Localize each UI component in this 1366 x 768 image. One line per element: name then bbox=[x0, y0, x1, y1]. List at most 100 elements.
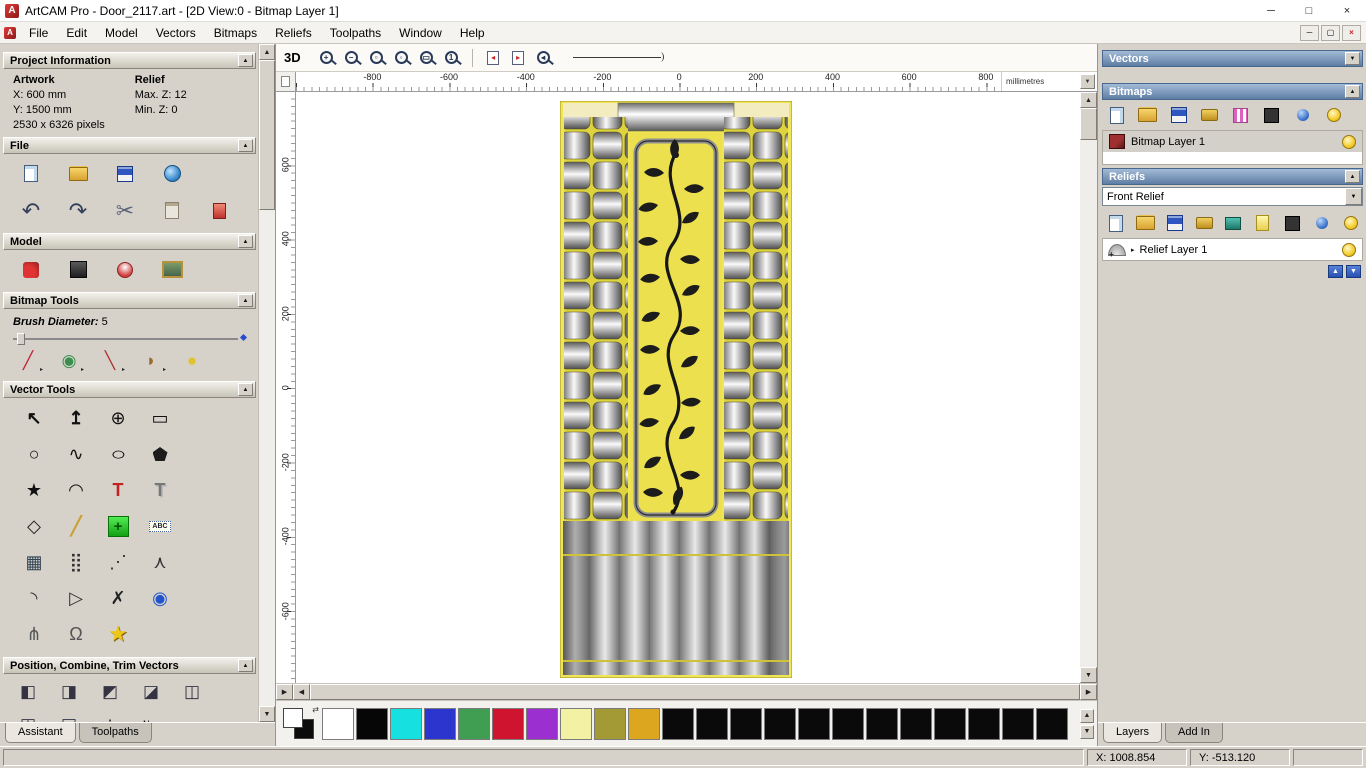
move-layer-down-icon[interactable]: ▼ bbox=[1346, 265, 1361, 278]
swatch-black[interactable] bbox=[356, 707, 388, 740]
notes-icon[interactable] bbox=[199, 194, 239, 227]
draw-tool[interactable]: ╱ bbox=[11, 346, 45, 375]
layer-stack-icon[interactable] bbox=[1224, 213, 1243, 233]
sheet-icon[interactable] bbox=[1253, 213, 1272, 233]
palette-swatch[interactable] bbox=[798, 707, 830, 740]
paint-tool[interactable]: ◉ bbox=[52, 346, 86, 375]
bitmap-text-icon[interactable] bbox=[1261, 105, 1282, 125]
zoom-previous-tool[interactable]: ◂ bbox=[531, 46, 556, 70]
collapse-icon[interactable]: ▲ bbox=[238, 139, 253, 152]
layer-visibility-icon[interactable] bbox=[1340, 241, 1358, 259]
swatch-cyan[interactable] bbox=[390, 707, 422, 740]
swatch-blue[interactable] bbox=[424, 707, 456, 740]
collapse-icon[interactable]: ▲ bbox=[238, 294, 253, 307]
palette-scroll-down-icon[interactable]: ▼ bbox=[1080, 724, 1094, 739]
create-polyline-tool[interactable]: ∿ bbox=[55, 436, 97, 472]
pane-toggle-icon[interactable]: ▶ bbox=[276, 684, 293, 700]
zoom-window-tool[interactable]: ▫ bbox=[364, 46, 389, 70]
align-bottom-tool[interactable]: ◪ bbox=[134, 677, 168, 706]
palette-swatch[interactable] bbox=[832, 707, 864, 740]
create-rectangle-tool[interactable]: ▭ bbox=[139, 400, 181, 436]
stack-icon[interactable] bbox=[1194, 213, 1213, 233]
dropdown-arrow-icon[interactable]: ▼ bbox=[1345, 188, 1362, 205]
align-left-tool[interactable]: ◧ bbox=[11, 677, 45, 706]
wrap-text-tool[interactable]: T bbox=[139, 472, 181, 508]
layer-visibility-icon[interactable] bbox=[1340, 133, 1358, 151]
collapse-icon[interactable]: ▲ bbox=[1345, 170, 1360, 183]
fillet-tool[interactable]: ◝ bbox=[13, 580, 55, 616]
menu-help[interactable]: Help bbox=[451, 23, 494, 43]
menu-reliefs[interactable]: Reliefs bbox=[266, 23, 321, 43]
menu-file[interactable]: File bbox=[20, 23, 57, 43]
snap-corner-tool[interactable]: ◰ bbox=[11, 710, 45, 722]
create-text-tool[interactable]: T bbox=[97, 472, 139, 508]
scroll-thumb[interactable] bbox=[310, 684, 1080, 700]
palette-swatch[interactable] bbox=[730, 707, 762, 740]
mdi-close-button[interactable]: × bbox=[1342, 24, 1361, 41]
menu-vectors[interactable]: Vectors bbox=[147, 23, 205, 43]
open-model-icon[interactable] bbox=[58, 157, 98, 190]
tab-layers[interactable]: Layers bbox=[1103, 723, 1163, 743]
swatch-green[interactable] bbox=[458, 707, 490, 740]
next-bitmap-button[interactable]: ▸ bbox=[506, 46, 531, 70]
toggle-visibility-icon[interactable] bbox=[1323, 105, 1344, 125]
block-copy-tool[interactable]: ⣿ bbox=[55, 544, 97, 580]
swatch-white[interactable] bbox=[322, 707, 354, 740]
palette-scroll-up-icon[interactable]: ▲ bbox=[1080, 708, 1094, 723]
toggle-visibility2-icon[interactable] bbox=[1342, 213, 1361, 233]
new-bitmap-icon[interactable] bbox=[1106, 105, 1127, 125]
arrow-tool[interactable]: ▷ bbox=[55, 580, 97, 616]
collapse-icon[interactable]: ▲ bbox=[238, 383, 253, 396]
matrix-icon[interactable] bbox=[1283, 213, 1302, 233]
scroll-up-icon[interactable]: ▲ bbox=[259, 44, 275, 60]
create-polygon-tool[interactable] bbox=[139, 436, 181, 472]
paste-vector-tool[interactable] bbox=[97, 508, 139, 544]
texture-image-icon[interactable] bbox=[152, 253, 192, 286]
collapse-icon[interactable]: ▲ bbox=[238, 235, 253, 248]
palette-swatch[interactable] bbox=[934, 707, 966, 740]
expand-layer-icon[interactable]: ▸ bbox=[1131, 246, 1135, 254]
save-relief-icon[interactable] bbox=[1165, 213, 1184, 233]
align-centre-tool[interactable]: ◫ bbox=[175, 677, 209, 706]
scroll-down-icon[interactable]: ▼ bbox=[259, 706, 275, 722]
tab-toolpaths[interactable]: Toolpaths bbox=[78, 723, 152, 743]
palette-swatch[interactable] bbox=[1002, 707, 1034, 740]
sphere2-icon[interactable] bbox=[1312, 213, 1331, 233]
snap-corner2-tool[interactable]: ◱ bbox=[52, 710, 86, 722]
relief-layer-name[interactable]: Relief Layer 1 bbox=[1140, 244, 1208, 256]
swatch-purple[interactable] bbox=[526, 707, 558, 740]
zoom-100-tool[interactable]: 1 bbox=[439, 46, 464, 70]
save-model-icon[interactable] bbox=[105, 157, 145, 190]
assistant-scrollbar[interactable]: ▲ ▼ bbox=[258, 44, 275, 722]
palette-swatch[interactable] bbox=[764, 707, 796, 740]
open-relief-icon[interactable] bbox=[1135, 213, 1154, 233]
redo-icon[interactable]: ↷ bbox=[58, 194, 98, 227]
swatch-olive[interactable] bbox=[594, 707, 626, 740]
close-button[interactable]: × bbox=[1328, 0, 1366, 21]
lighting-icon[interactable] bbox=[105, 253, 145, 286]
model-canvas[interactable] bbox=[296, 92, 1080, 683]
menu-window[interactable]: Window bbox=[390, 23, 451, 43]
select-vectors-tool[interactable]: ↖ bbox=[13, 400, 55, 436]
swatch-gold[interactable] bbox=[628, 707, 660, 740]
previous-bitmap-button[interactable]: ◂ bbox=[481, 46, 506, 70]
array-dots-tool[interactable]: ∴ bbox=[93, 710, 127, 722]
cookie-cutter-tool[interactable]: ◗ bbox=[134, 346, 168, 375]
mdi-minimize-button[interactable]: ─ bbox=[1300, 24, 1319, 41]
zoom-in-tool[interactable]: + bbox=[314, 46, 339, 70]
menu-toolpaths[interactable]: Toolpaths bbox=[321, 23, 390, 43]
join-vectors-tool[interactable]: ⋔ bbox=[13, 616, 55, 652]
zoom-out-tool[interactable]: − bbox=[339, 46, 364, 70]
bitmap-layer-row[interactable]: Bitmap Layer 1 bbox=[1103, 131, 1362, 152]
new-relief-icon[interactable] bbox=[1106, 213, 1125, 233]
trim-vectors-tool[interactable]: ✗ bbox=[97, 580, 139, 616]
tab-assistant[interactable]: Assistant bbox=[5, 723, 76, 743]
palette-swatch[interactable] bbox=[866, 707, 898, 740]
create-ellipse-tool[interactable]: ○ bbox=[97, 436, 139, 472]
create-star-tool[interactable]: ★ bbox=[13, 472, 55, 508]
profile-tool[interactable]: Ω bbox=[55, 616, 97, 652]
primary-colour[interactable] bbox=[283, 707, 303, 728]
canvas-horizontal-scrollbar[interactable]: ▶ ◀ ▶ bbox=[276, 683, 1097, 700]
scroll-thumb[interactable] bbox=[259, 60, 275, 210]
primary-secondary-colour-indicator[interactable]: ⇄ bbox=[282, 705, 320, 743]
